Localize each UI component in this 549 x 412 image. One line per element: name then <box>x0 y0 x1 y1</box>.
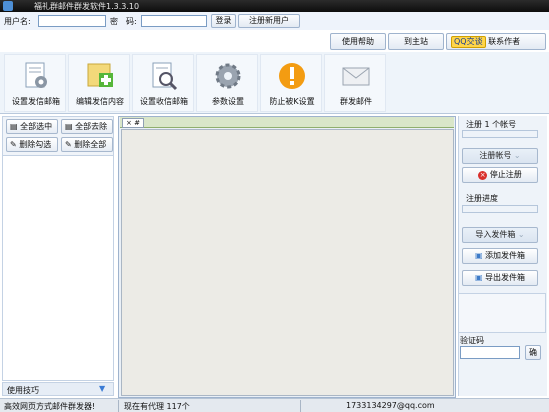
edit-add-icon <box>87 63 113 87</box>
editor-tab-label: # <box>134 119 140 127</box>
export-outbox-label: 导出发件箱 <box>485 273 526 282</box>
gear-icon <box>215 63 241 89</box>
captcha-confirm-button[interactable]: 确 <box>525 345 541 360</box>
delete-checked-button[interactable]: ✎ 删除勾选 <box>6 137 58 152</box>
register-account-label: 注册帐号 <box>479 151 512 160</box>
register-account-button[interactable]: 注册帐号 ⌄ <box>462 148 538 164</box>
toolbar-label: 参数设置 <box>212 97 244 106</box>
toolbar-label: 防止被K设置 <box>269 97 315 106</box>
login-button[interactable]: 登录 <box>211 14 236 28</box>
export-outbox-button[interactable]: ▣ 导出发件箱 <box>462 270 538 286</box>
qq-button-label: QQ交谈 <box>454 37 483 46</box>
password-input[interactable] <box>141 15 207 27</box>
toolbar-send-mail[interactable]: 群发邮件 <box>324 54 386 112</box>
qq-chat-button[interactable]: QQ交谈 联系作者 <box>446 33 546 50</box>
outbox-info-box <box>458 293 546 333</box>
toolbar-label: 设置发信邮箱 <box>12 97 60 106</box>
status-email: 1733134297@qq.com <box>346 401 435 410</box>
toolbar-edit-content[interactable]: 编辑发信内容 <box>68 54 130 112</box>
add-outbox-label: 添加发件箱 <box>485 251 526 260</box>
toolbar-receiver-mailbox[interactable]: 设置收信邮箱 <box>132 54 194 112</box>
captcha-input[interactable] <box>460 346 520 359</box>
chevron-down-icon: ⌄ <box>517 230 525 239</box>
link-bar: 使用帮助 到主站 QQ交谈 联系作者 <box>0 30 549 52</box>
toolbar-label: 设置收信邮箱 <box>140 97 188 106</box>
toolbar-anti-block[interactable]: 防止被K设置 <box>260 54 322 112</box>
eraser-icon: ✎ <box>65 140 72 149</box>
registered-count-label: 注册 1 个帐号 <box>466 120 517 129</box>
register-user-button[interactable]: 注册新用户 <box>238 14 300 28</box>
remove-all-label: 全部去除 <box>75 122 108 131</box>
stop-register-label: 停止注册 <box>489 170 522 179</box>
chevron-down-icon: ▼ <box>99 384 106 393</box>
login-bar: 用户名: 密 码: 登录 注册新用户 <box>0 12 549 30</box>
import-outbox-label: 导入发件箱 <box>475 230 516 239</box>
username-label: 用户名: <box>4 17 31 26</box>
contact-author-label: 联系作者 <box>488 37 521 46</box>
export-outbox-icon: ▣ <box>474 273 483 282</box>
home-button[interactable]: 到主站 <box>388 33 444 50</box>
captcha-label: 验证码 <box>460 336 484 345</box>
help-button[interactable]: 使用帮助 <box>330 33 386 50</box>
register-progress-top <box>462 130 538 138</box>
main-toolbar: 设置发信邮箱 编辑发信内容 设置收信邮箱 参数设置 防止被K设置 群发邮件 <box>0 52 549 114</box>
mailbox-list[interactable] <box>2 155 114 381</box>
status-bar: 高效网页方式邮件群发器! 现在有代理 117个 1733134297@qq.co… <box>0 398 549 412</box>
select-all-label: 全部选中 <box>20 122 53 131</box>
mail-icon <box>342 67 370 86</box>
tips-label: 使用技巧 <box>7 386 39 395</box>
toolbar-parameters[interactable]: 参数设置 <box>196 54 258 112</box>
list-icon: ▤ <box>10 122 18 131</box>
status-proxy-count: 现在有代理 117个 <box>124 402 190 411</box>
password-label: 密 码: <box>110 17 137 26</box>
username-input[interactable] <box>38 15 106 27</box>
toolbar-sender-mailbox[interactable]: 设置发信邮箱 <box>4 54 66 112</box>
editor-tab[interactable]: × # <box>122 118 144 128</box>
eraser-icon: ✎ <box>10 140 17 149</box>
delete-checked-label: 删除勾选 <box>19 140 52 149</box>
select-all-button[interactable]: ▤ 全部选中 <box>6 119 58 134</box>
gear-document-icon <box>25 62 47 88</box>
register-progress-bar <box>462 205 538 213</box>
title-bar: 福礼群邮件群发软件1.3.3.10 <box>0 0 549 12</box>
toolbar-label: 编辑发信内容 <box>76 97 124 106</box>
import-outbox-button[interactable]: 导入发件箱 ⌄ <box>462 227 538 243</box>
app-icon <box>3 1 13 11</box>
qq-icon: QQ交谈 <box>451 36 486 48</box>
status-separator <box>118 400 119 412</box>
search-document-icon <box>152 62 178 91</box>
remove-all-button[interactable]: ▤ 全部去除 <box>61 119 113 134</box>
delete-all-label: 删除全部 <box>74 140 107 149</box>
add-outbox-button[interactable]: ▣ 添加发件箱 <box>462 248 538 264</box>
stop-icon: × <box>478 171 488 180</box>
window-title: 福礼群邮件群发软件1.3.3.10 <box>34 2 140 11</box>
close-icon[interactable]: × <box>126 119 132 127</box>
chevron-down-icon: ⌄ <box>513 151 521 160</box>
tab-strip <box>120 117 454 128</box>
content-editor[interactable] <box>121 129 454 396</box>
tips-bar[interactable]: 使用技巧 ▼ <box>2 382 114 396</box>
delete-all-button[interactable]: ✎ 删除全部 <box>61 137 113 152</box>
toolbar-label: 群发邮件 <box>340 97 372 106</box>
status-left: 高效网页方式邮件群发器! <box>4 402 96 411</box>
warning-icon <box>279 63 305 89</box>
stop-register-button[interactable]: × 停止注册 <box>462 167 538 183</box>
add-outbox-icon: ▣ <box>474 251 483 260</box>
register-progress-label: 注册进度 <box>466 194 498 203</box>
status-separator <box>300 400 301 412</box>
list-icon: ▤ <box>65 122 73 131</box>
